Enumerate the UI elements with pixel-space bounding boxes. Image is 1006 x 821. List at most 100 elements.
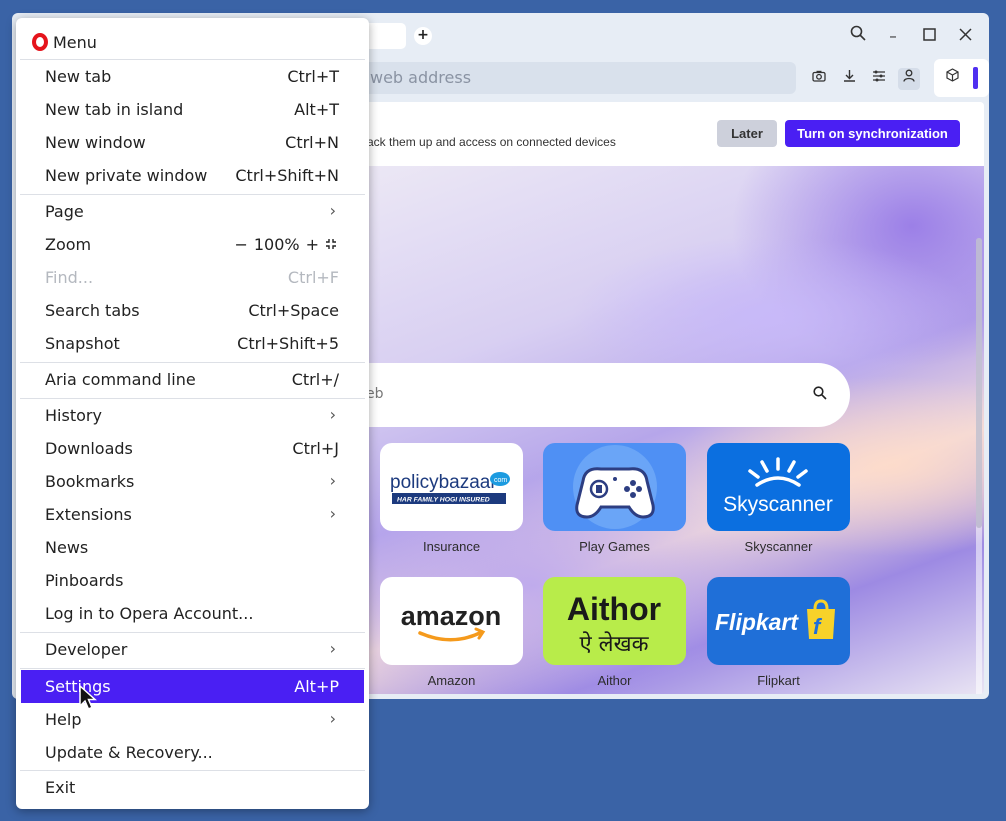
menu-item-log-in-opera-account[interactable]: Log in to Opera Account...: [21, 597, 364, 630]
menu-item-shortcut: Ctrl+Shift+N: [235, 166, 339, 185]
menu-item-new-window[interactable]: New window Ctrl+N: [21, 126, 364, 159]
profile-icon[interactable]: [898, 68, 920, 90]
fullscreen-icon[interactable]: [325, 235, 339, 254]
menu-item-aria-command-line[interactable]: Aria command line Ctrl+/: [21, 363, 364, 396]
speed-dial-flipkart[interactable]: Flipkart f: [707, 577, 850, 665]
gamepad-icon: [573, 445, 657, 529]
menu-item-label: Aria command line: [45, 370, 196, 389]
menu-item-label: Search tabs: [45, 301, 140, 320]
menu-item-shortcut: Ctrl+T: [287, 67, 339, 86]
opera-logo-icon: [32, 33, 48, 51]
skyscanner-sun-icon: [748, 457, 808, 487]
aithor-logo-text: Aithor: [567, 591, 661, 627]
menu-item-developer[interactable]: Developer ›: [21, 633, 364, 666]
zoom-controls: − 100% +: [234, 235, 339, 254]
menu-item-page[interactable]: Page ›: [21, 195, 364, 228]
menu-item-exit[interactable]: Exit: [21, 771, 364, 804]
search-icon[interactable]: [810, 385, 830, 405]
menu-item-label: Snapshot: [45, 334, 120, 353]
extensions-cube-icon[interactable]: [942, 68, 962, 88]
menu-item-label: Exit: [45, 778, 76, 797]
menu-item-pinboards[interactable]: Pinboards: [21, 564, 364, 597]
policybazaar-logo-text: policybazaar: [390, 472, 497, 493]
speed-dial-label: Aithor: [597, 673, 632, 688]
menu-item-label: Pinboards: [45, 571, 124, 590]
chevron-right-icon: ›: [329, 639, 336, 658]
address-bar[interactable]: web address: [352, 62, 796, 94]
menu-item-label: Zoom: [45, 235, 92, 254]
menu-item-snapshot[interactable]: Snapshot Ctrl+Shift+5: [21, 327, 364, 360]
new-tab-button[interactable]: +: [414, 27, 432, 45]
maximize-button[interactable]: [918, 25, 940, 47]
menu-item-label: Update & Recovery...: [45, 743, 213, 762]
menu-title: Menu: [53, 32, 97, 52]
speed-dial-label: Play Games: [579, 539, 650, 554]
later-button[interactable]: Later: [717, 120, 777, 147]
policybazaar-com-text: com: [494, 477, 507, 484]
menu-item-new-tab[interactable]: New tab Ctrl+T: [21, 60, 364, 93]
menu-item-shortcut: Ctrl+J: [292, 439, 339, 458]
menu-item-help[interactable]: Help ›: [21, 703, 364, 736]
sidebar-indicator: [973, 67, 978, 89]
amazon-logo-text: amazon: [401, 601, 502, 631]
menu-item-history[interactable]: History ›: [21, 399, 364, 432]
scrollbar[interactable]: [976, 238, 982, 694]
menu-item-settings[interactable]: Settings Alt+P: [21, 670, 364, 703]
scrollbar-thumb[interactable]: [976, 238, 982, 528]
download-icon[interactable]: [838, 68, 860, 90]
zoom-out-button[interactable]: −: [234, 235, 247, 254]
speed-dial-label: Skyscanner: [744, 539, 813, 554]
sync-banner-text: ack them up and access on connected devi…: [367, 135, 616, 149]
menu-item-label: Log in to Opera Account...: [45, 604, 254, 623]
menu-item-shortcut: Alt+T: [294, 100, 339, 119]
turn-on-sync-button[interactable]: Turn on synchronization: [785, 120, 960, 147]
flipkart-logo-text: Flipkart: [715, 609, 799, 635]
menu-item-bookmarks[interactable]: Bookmarks ›: [21, 465, 364, 498]
speed-dial-play-games[interactable]: [543, 443, 686, 531]
menu-item-label: New window: [45, 133, 146, 152]
zoom-level: 100%: [253, 235, 300, 254]
menu-item-label: Bookmarks: [45, 472, 135, 491]
wallpaper: eb policybazaar com HAR FAMILY HOGI INSU…: [352, 166, 984, 694]
web-search-box[interactable]: eb: [352, 363, 850, 427]
menu-item-label: New private window: [45, 166, 208, 185]
policybazaar-tagline: HAR FAMILY HOGI INSURED: [397, 497, 490, 504]
menu-item-label: History: [45, 406, 102, 425]
menu-item-shortcut: Ctrl+Shift+5: [237, 334, 339, 353]
speed-dial-aithor[interactable]: Aithor ऐ लेखक: [543, 577, 686, 665]
menu-item-label: New tab: [45, 67, 112, 86]
speed-dial-label: Insurance: [422, 539, 481, 554]
close-button[interactable]: [954, 25, 976, 47]
menu-item-new-private-window[interactable]: New private window Ctrl+Shift+N: [21, 159, 364, 192]
menu-item-label: Find...: [45, 268, 94, 287]
skyscanner-logo-text: Skyscanner: [723, 493, 833, 516]
menu-item-downloads[interactable]: Downloads Ctrl+J: [21, 432, 364, 465]
address-placeholder: web address: [370, 68, 472, 87]
menu-item-label: Downloads: [45, 439, 133, 458]
zoom-in-button[interactable]: +: [306, 235, 319, 254]
menu-item-news[interactable]: News: [21, 531, 364, 564]
menu-item-find: Find... Ctrl+F: [21, 261, 364, 294]
menu-header: Menu: [32, 32, 97, 52]
camera-icon[interactable]: [808, 68, 830, 90]
menu-item-update-recovery[interactable]: Update & Recovery...: [21, 736, 364, 769]
search-tabs-icon[interactable]: [847, 25, 869, 47]
menu-item-search-tabs[interactable]: Search tabs Ctrl+Space: [21, 294, 364, 327]
sync-banner: ack them up and access on connected devi…: [352, 102, 984, 166]
speed-dial-insurance[interactable]: policybazaar com HAR FAMILY HOGI INSURED: [380, 443, 523, 531]
chevron-right-icon: ›: [329, 504, 336, 523]
speed-dial-amazon[interactable]: amazon: [380, 577, 523, 665]
chevron-right-icon: ›: [329, 471, 336, 490]
menu-item-shortcut: Ctrl+/: [291, 370, 339, 389]
chevron-right-icon: ›: [329, 201, 336, 220]
menu-item-label: Help: [45, 710, 82, 729]
easy-setup-icon[interactable]: [868, 68, 890, 90]
extensions-area: [934, 59, 989, 97]
speed-dial-label: Amazon: [427, 673, 476, 688]
speed-dial-skyscanner[interactable]: Skyscanner: [707, 443, 850, 531]
minimize-button[interactable]: –: [882, 25, 904, 47]
menu-item-extensions[interactable]: Extensions ›: [21, 498, 364, 531]
menu-item-new-tab-in-island[interactable]: New tab in island Alt+T: [21, 93, 364, 126]
menu-item-shortcut: Ctrl+N: [285, 133, 339, 152]
menu-item-label: News: [45, 538, 89, 557]
